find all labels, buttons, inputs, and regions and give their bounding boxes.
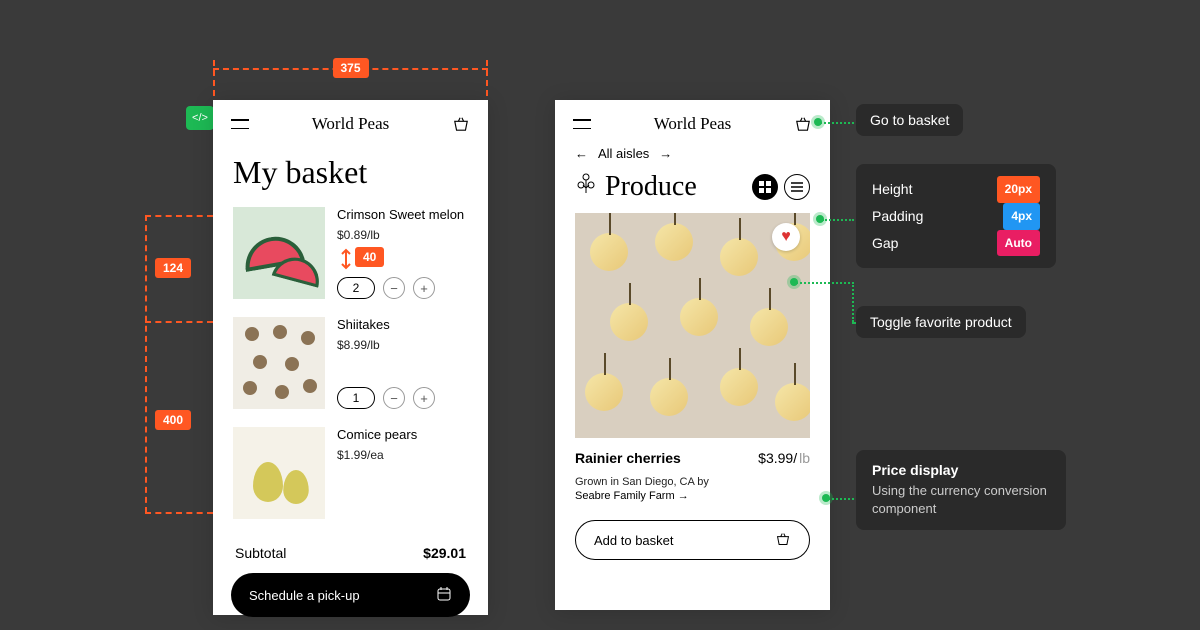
row-height-badge: 124 — [155, 258, 191, 278]
breadcrumb: ← All aisles → — [555, 142, 830, 169]
callout-connector — [828, 498, 854, 500]
farm-link[interactable]: Seabre Family Farm → — [555, 490, 830, 514]
subtotal-value: $29.01 — [423, 545, 466, 561]
item-name: Shiitakes — [337, 317, 468, 332]
list-height-badge: 400 — [155, 410, 191, 430]
brand-title: World Peas — [312, 114, 389, 134]
product-image[interactable]: ♥ — [575, 213, 810, 438]
basket-screen: World Peas My basket Crimson Sweet melon… — [213, 100, 488, 615]
cart-item: Comice pears $1.99/ea — [213, 427, 488, 537]
chip-padding: 4px — [1003, 203, 1040, 230]
height-arrow-icon — [339, 248, 353, 270]
item-name: Comice pears — [337, 427, 468, 442]
item-price: $8.99/lb — [337, 338, 468, 352]
menu-icon[interactable] — [231, 119, 249, 129]
plant-icon — [575, 171, 597, 203]
callout-connector — [820, 122, 854, 124]
basket-icon[interactable] — [452, 116, 470, 132]
product-thumb[interactable] — [233, 317, 325, 409]
basket-icon — [775, 532, 791, 549]
increment-button[interactable]: + — [413, 387, 435, 409]
subtotal-label: Subtotal — [235, 545, 286, 561]
calendar-icon — [436, 586, 452, 605]
list-height-guide — [145, 215, 147, 513]
item-price: $0.89/lb — [337, 228, 468, 242]
width-badge: 375 — [332, 58, 368, 78]
chip-gap: Auto — [997, 230, 1040, 257]
product-thumb[interactable] — [233, 207, 325, 299]
heart-icon: ♥ — [781, 228, 791, 246]
grid-view-button[interactable] — [752, 174, 778, 200]
back-arrow-icon[interactable]: ← — [575, 146, 588, 161]
basket-icon[interactable] — [794, 116, 812, 132]
item-name: Crimson Sweet melon — [337, 207, 468, 222]
list-view-button[interactable] — [784, 174, 810, 200]
tooltip-go-basket: Go to basket — [856, 104, 963, 136]
schedule-pickup-button[interactable]: Schedule a pick-up — [231, 573, 470, 617]
favorite-button[interactable]: ♥ — [772, 223, 800, 251]
decrement-button[interactable]: − — [383, 277, 405, 299]
cart-item: Crimson Sweet melon $0.89/lb 40 2 − + — [213, 207, 488, 317]
spec-panel: Height20px Padding4px GapAuto — [856, 164, 1056, 268]
width-measure: 375 — [213, 54, 488, 94]
product-name: Rainier cherries — [575, 450, 681, 466]
qty-value[interactable]: 2 — [337, 277, 375, 299]
code-icon[interactable]: </> — [186, 106, 214, 130]
increment-button[interactable]: + — [413, 277, 435, 299]
cart-item: Shiitakes $8.99/lb 1 − + — [213, 317, 488, 427]
page-title: My basket — [213, 142, 488, 207]
produce-screen: World Peas ← All aisles → Produce ♥ R — [555, 100, 830, 610]
menu-icon[interactable] — [573, 119, 591, 129]
decrement-button[interactable]: − — [383, 387, 405, 409]
item-price: $1.99/ea — [337, 448, 468, 462]
section-title: Produce — [575, 171, 697, 203]
chip-height: 20px — [997, 176, 1040, 203]
tooltip-price: Price display Using the currency convers… — [856, 450, 1066, 530]
callout-connector — [822, 219, 854, 221]
brand-title: World Peas — [654, 114, 731, 134]
qty-value[interactable]: 1 — [337, 387, 375, 409]
product-price: $3.99/lb — [758, 450, 810, 466]
crumb-label[interactable]: All aisles — [598, 146, 649, 161]
grown-in: Grown in San Diego, CA by — [555, 470, 830, 490]
add-to-basket-button[interactable]: Add to basket — [575, 520, 810, 560]
qty-spec-badge: 40 — [355, 247, 384, 267]
forward-arrow-icon[interactable]: → — [659, 146, 672, 161]
product-thumb[interactable] — [233, 427, 325, 519]
tooltip-toggle-fav: Toggle favorite product — [856, 306, 1026, 338]
